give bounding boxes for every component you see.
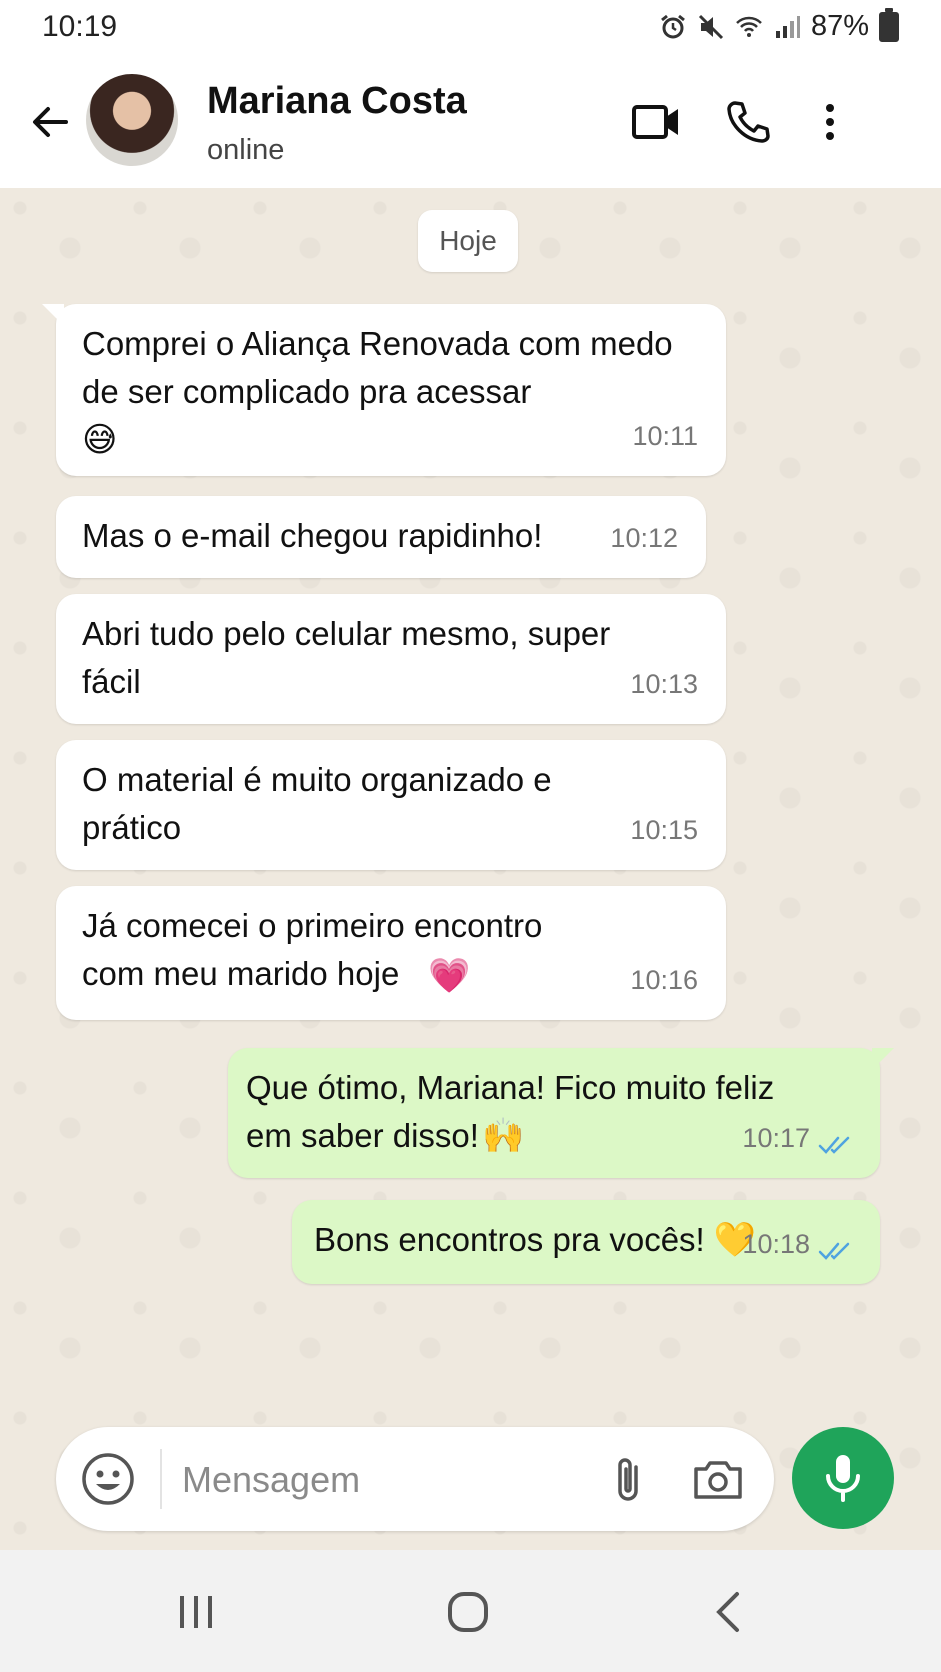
home-icon <box>448 1592 488 1632</box>
chat-area[interactable]: Hoje Comprei o Aliança Renovada com medo… <box>0 188 941 1550</box>
mute-icon <box>698 14 724 39</box>
attach-icon[interactable] <box>606 1455 654 1507</box>
message-incoming[interactable]: O material é muito organizado e prático … <box>56 740 726 870</box>
message-incoming[interactable]: Abri tudo pelo celular mesmo, super fáci… <box>56 594 726 724</box>
video-call-button[interactable] <box>630 96 682 148</box>
message-text: Bons encontros pra vocês! <box>314 1221 705 1258</box>
message-text: Já comecei o primeiro encontro com meu m… <box>82 907 543 992</box>
message-text: Comprei o Aliança Renovada com medo de s… <box>82 325 673 410</box>
home-button[interactable] <box>438 1582 498 1642</box>
avatar[interactable] <box>86 74 178 166</box>
message-emoji: 😅 <box>82 420 118 460</box>
back-arrow-icon[interactable] <box>28 100 72 144</box>
message-time: 10:16 <box>630 965 698 995</box>
message-incoming[interactable]: Já comecei o primeiro encontro com meu m… <box>56 886 726 1020</box>
message-time: 10:17 <box>742 1123 810 1153</box>
recent-apps-icon <box>180 1596 212 1628</box>
message-time: 10:13 <box>630 669 698 699</box>
more-options-button[interactable] <box>804 96 856 148</box>
contact-status: online <box>207 134 285 166</box>
message-text: Abri tudo pelo celular mesmo, super fáci… <box>82 615 611 700</box>
message-incoming[interactable]: Comprei o Aliança Renovada com medo de s… <box>42 304 726 476</box>
nav-back-button[interactable] <box>698 1582 758 1642</box>
voice-record-button[interactable] <box>792 1427 894 1529</box>
signal-icon <box>775 15 800 38</box>
contact-name[interactable]: Mariana Costa <box>207 80 467 123</box>
battery-icon <box>879 7 899 42</box>
message-time: 10:11 <box>632 421 698 451</box>
read-receipt-icon <box>818 1242 850 1260</box>
message-input[interactable] <box>180 1449 614 1511</box>
phone-icon <box>727 101 770 143</box>
voice-call-button[interactable] <box>722 96 774 148</box>
camera-icon[interactable] <box>692 1455 744 1503</box>
more-vertical-icon <box>826 104 834 140</box>
message-time: 10:12 <box>610 523 678 553</box>
emoji-icon[interactable] <box>80 1451 136 1507</box>
read-receipt-icon <box>818 1136 850 1154</box>
message-emoji: 🙌 <box>482 1116 525 1156</box>
wifi-icon <box>736 16 762 37</box>
status-bar: 10:19 87% <box>0 0 941 58</box>
message-emoji: 💗 <box>428 956 471 996</box>
message-outgoing[interactable]: Bons encontros pra vocês! 💛 10:18 <box>292 1200 880 1284</box>
message-composer <box>56 1427 774 1531</box>
bubble-tail <box>42 304 64 326</box>
back-icon <box>716 1592 739 1632</box>
status-time: 10:19 <box>42 10 118 43</box>
date-chip: Hoje <box>418 210 518 272</box>
recent-apps-button[interactable] <box>166 1582 226 1642</box>
message-text: Mas o e-mail chegou rapidinho! <box>82 517 543 554</box>
bubble-tail <box>872 1048 894 1070</box>
battery-percent: 87% <box>810 10 869 42</box>
video-call-icon <box>632 105 678 139</box>
message-outgoing[interactable]: Que ótimo, Mariana! Fico muito feliz em … <box>228 1048 894 1178</box>
chat-header: Mariana Costa online <box>0 58 941 188</box>
mic-icon <box>826 1455 860 1502</box>
message-text: O material é muito organizado e prático <box>82 761 552 846</box>
composer-divider <box>160 1449 162 1509</box>
message-incoming[interactable]: Mas o e-mail chegou rapidinho! 10:12 <box>56 496 706 578</box>
system-nav-bar <box>0 1550 941 1672</box>
message-time: 10:18 <box>742 1229 810 1259</box>
message-time: 10:15 <box>630 815 698 845</box>
status-icons: 87% <box>659 7 899 43</box>
alarm-icon <box>661 14 685 38</box>
